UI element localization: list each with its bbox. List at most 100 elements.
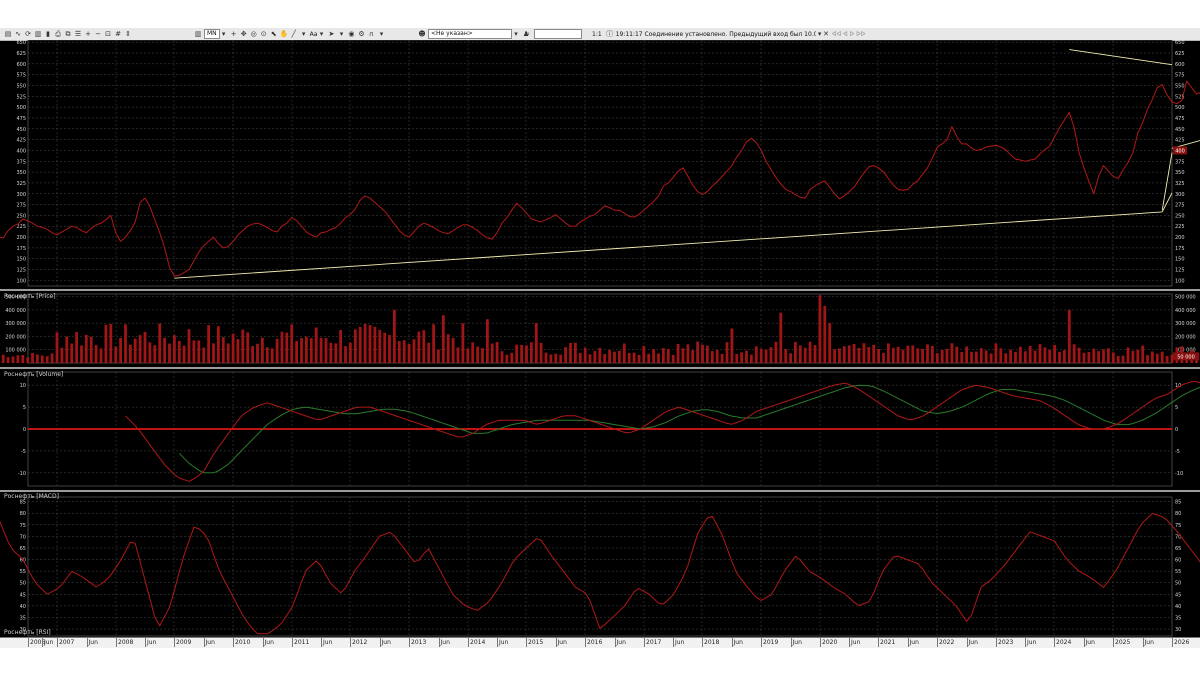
move-icon[interactable]: ✥ [240, 30, 248, 38]
volume-bar [207, 325, 210, 363]
close-icon[interactable]: ✕ [822, 30, 830, 38]
text-tool-button[interactable]: Aa [310, 31, 318, 38]
y-tick-label-right: 225 [1175, 224, 1185, 230]
time-axis-label: Jun [1144, 639, 1154, 646]
y-tick-label-left: 575 [16, 73, 26, 79]
indicator-icon[interactable]: ∿ [14, 30, 22, 38]
volume-bar [608, 349, 611, 363]
time-axis-label: Jun [557, 639, 567, 646]
chevron-down-icon[interactable]: ▾ [512, 30, 520, 38]
portfolio-select[interactable]: <Не указан> [428, 29, 512, 39]
y-tick-label-right: 65 [1175, 546, 1181, 552]
time-axis-label: 2014 [470, 639, 486, 646]
time-axis-tick [585, 638, 586, 647]
grid-icon[interactable]: # [114, 30, 122, 38]
timeframe-select[interactable]: MN [204, 29, 220, 39]
y-tick-label-left: 225 [16, 224, 26, 230]
volume-bar [745, 350, 748, 363]
volume-bar [1151, 351, 1154, 363]
charts-area[interactable]: 100 100125 125150 150175 175200 200225 225250 2… [0, 40, 1200, 637]
volume-bar [862, 343, 866, 363]
volume-bar [11, 356, 15, 363]
arrow-tool-icon[interactable]: ➤ [327, 30, 335, 38]
volume-bar [324, 338, 328, 363]
volume-bar [236, 339, 240, 363]
settings-icon[interactable]: ⚙ [357, 30, 365, 38]
line-tool-icon[interactable]: ╱ [290, 30, 298, 38]
volume-bar [397, 341, 401, 363]
y-tick-label-left: 40 [20, 604, 26, 610]
volume-bar [417, 331, 421, 363]
chevron-down-icon[interactable]: ▾ [220, 30, 228, 38]
zoom-in-icon[interactable]: + [84, 30, 92, 38]
volume-bar [334, 343, 338, 363]
navigation-buttons[interactable]: ᐊᐊ ᐊ ᐅ ᐅᐅ [832, 31, 865, 38]
chevron-down-icon[interactable]: ▾ [300, 30, 308, 38]
magnet-icon[interactable]: ⊙ [260, 30, 268, 38]
fit-icon[interactable]: ⊡ [104, 30, 112, 38]
chevron-down-icon[interactable]: ▾ [337, 30, 345, 38]
time-axis[interactable]: 2006 Jun 2007 Jun 2008 Jun 2009 Jun 2010 Jun 2011 J… [0, 637, 1200, 648]
time-axis-label: Jun [792, 639, 802, 646]
target-icon[interactable]: ◎ [250, 30, 258, 38]
pointer-icon[interactable]: ⬉ [270, 30, 278, 38]
volume-bar [838, 348, 841, 363]
volume-bar [1082, 352, 1086, 363]
magnet-tool-icon[interactable]: ∩ [367, 30, 375, 38]
print-icon[interactable]: ⎙ [54, 30, 62, 38]
volume-bar [256, 343, 259, 363]
volume-bar [197, 340, 201, 363]
volume-bar [706, 345, 709, 363]
volume-bar [1067, 309, 1071, 363]
y-tick-label-right: 425 [1175, 138, 1185, 144]
volume-bar [133, 338, 137, 363]
volume-bar [1009, 349, 1012, 363]
volume-bar [21, 355, 25, 363]
time-axis-label: 2007 [59, 639, 75, 646]
scale-icon[interactable]: ⇕ [124, 30, 132, 38]
time-axis-tick [409, 638, 410, 647]
volume-bar [632, 352, 636, 363]
volume-bar [740, 352, 743, 363]
volume-bar [6, 357, 10, 363]
volume-bar [1087, 352, 1091, 363]
volume-bar [750, 354, 753, 363]
search-icon[interactable]: ⌕ [524, 30, 532, 38]
time-axis-label: 2025 [1115, 639, 1131, 646]
volume-bar [109, 324, 113, 363]
copy-icon[interactable]: ⧉ [64, 30, 72, 38]
time-axis-label: Jun [44, 639, 54, 646]
volume-bar [1107, 348, 1110, 363]
volume-bar [1038, 344, 1042, 363]
volume-bar [686, 344, 690, 363]
properties-icon[interactable]: ☰ [74, 30, 82, 38]
volume-bar [344, 346, 347, 363]
eye-icon[interactable]: ◉ [347, 30, 355, 38]
volume-bar [1058, 351, 1061, 363]
y-tick-label-left: 200 000 [5, 334, 26, 340]
volume-bar [916, 348, 920, 363]
bar-chart-icon[interactable]: ▥ [34, 30, 42, 38]
time-axis-tick [468, 638, 469, 647]
candle-icon[interactable]: ▮ [44, 30, 52, 38]
y-tick-label-right: -10 [1175, 471, 1183, 477]
volume-bar [437, 349, 440, 363]
search-input[interactable] [534, 29, 582, 39]
volume-bar [554, 353, 558, 363]
refresh-icon[interactable]: ⟳ [24, 30, 32, 38]
chevron-down-icon[interactable]: ▾ [317, 30, 325, 38]
volume-bar [192, 340, 196, 363]
y-tick-label-left: 10 [20, 383, 26, 389]
chevron-down-icon[interactable]: ▾ [377, 30, 385, 38]
y-tick-label-left: 175 [16, 246, 26, 252]
hand-icon[interactable]: ✋ [280, 30, 289, 38]
zoom-out-icon[interactable]: − [94, 30, 102, 38]
y-tick-label-left: 275 [16, 203, 26, 209]
crosshair-icon[interactable]: + [230, 30, 238, 38]
time-axis-label: 2026 [1174, 639, 1190, 646]
volume-bar [965, 346, 968, 363]
new-chart-icon[interactable]: ▤ [4, 30, 12, 38]
volume-bar [432, 324, 435, 363]
volume-bar [803, 347, 807, 363]
time-axis-label: 2020 [822, 639, 838, 646]
